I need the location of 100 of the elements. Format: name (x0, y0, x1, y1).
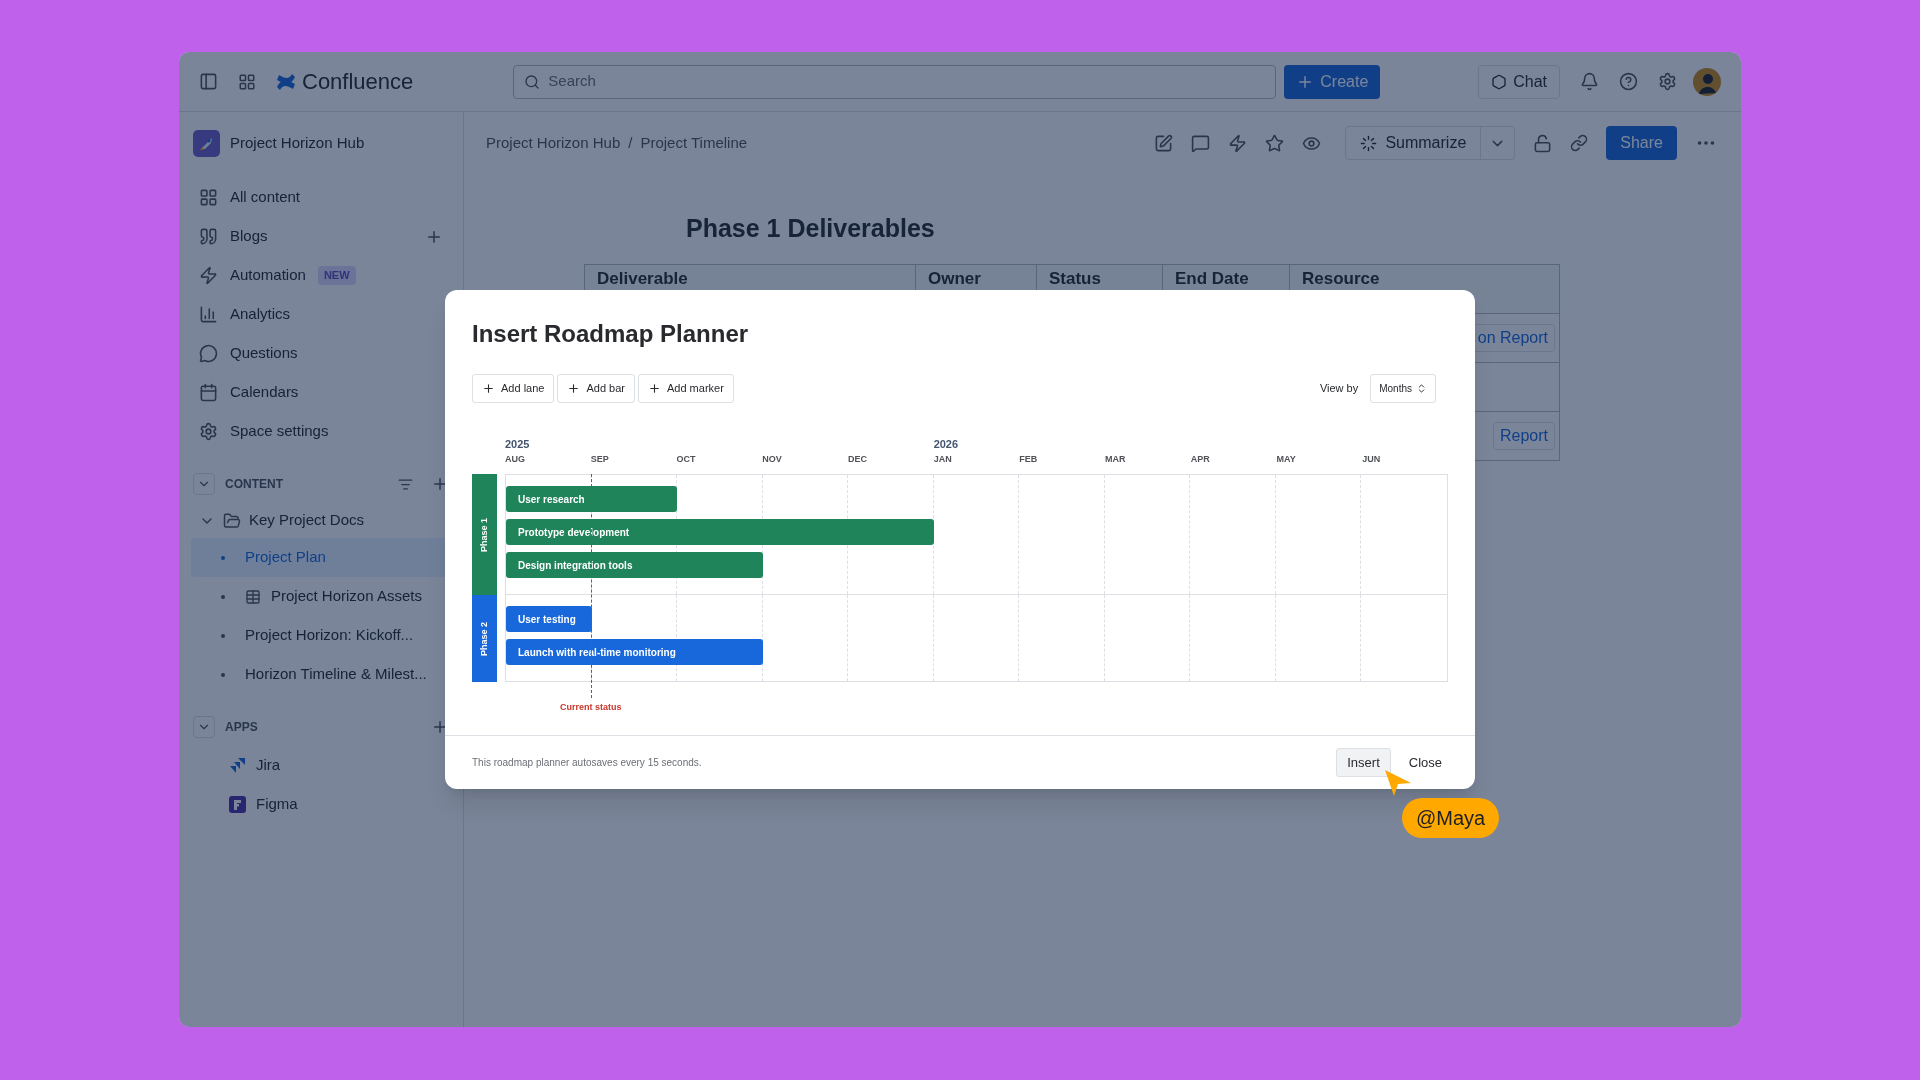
up-down-icon (1416, 382, 1427, 394)
item-label: Blogs (230, 226, 268, 247)
cursor-name-tag: @Maya (1402, 798, 1500, 838)
edit-icon[interactable] (1154, 133, 1174, 153)
burst-icon (1360, 134, 1378, 152)
product-name: Confluence (302, 68, 414, 96)
sidebar-item[interactable]: Automation NEW (191, 256, 451, 295)
notifications-icon[interactable] (1580, 72, 1599, 91)
marker-label: Current status (559, 701, 622, 715)
item-label: Questions (230, 343, 298, 364)
section-heading: CONTENT (225, 476, 283, 493)
sidebar-item[interactable]: Analytics (191, 295, 451, 334)
view-select[interactable]: Months (1370, 373, 1436, 403)
search-icon (524, 73, 541, 90)
toolbar-button[interactable]: Add lane (472, 373, 555, 403)
view-by-label: View by (1319, 381, 1359, 396)
quote-icon (199, 227, 218, 246)
chat-button[interactable]: Chat (1478, 64, 1560, 99)
roadmap-bar[interactable]: Prototype development (506, 519, 934, 546)
avatar[interactable] (1693, 67, 1721, 96)
tree-item[interactable]: Project Horizon: Kickoff... (191, 616, 451, 655)
month-label: MAY (1276, 452, 1297, 466)
year-label: 2025 (505, 437, 530, 450)
help-icon[interactable] (1619, 72, 1638, 91)
logo-icon (276, 72, 296, 91)
insert-button[interactable]: Insert (1336, 748, 1391, 778)
month-label: DEC (847, 452, 868, 466)
lock-icon[interactable] (1533, 133, 1553, 153)
filter-icon[interactable] (398, 476, 413, 492)
tree-item[interactable]: Key Project Docs (191, 503, 451, 538)
cursor-icon (1385, 770, 1411, 796)
hexagon-icon (1491, 73, 1508, 90)
app-switcher-icon[interactable] (238, 72, 256, 91)
comment-icon[interactable] (1191, 133, 1211, 153)
item-label: Calendars (230, 382, 299, 403)
bar-chart-icon (199, 305, 218, 324)
breadcrumb-link[interactable]: Project Timeline (640, 131, 748, 155)
sidebar-item[interactable]: Questions (191, 334, 451, 373)
month-label: APR (1190, 452, 1211, 466)
tree-item[interactable]: Project Horizon Assets (191, 577, 451, 616)
search-input[interactable]: Search (548, 70, 1266, 93)
space-icon (193, 129, 220, 157)
bullet-icon (221, 672, 225, 677)
figma-logo-icon (229, 796, 246, 813)
sidebar-toggle-icon[interactable] (199, 72, 218, 91)
month-label: AUG (505, 452, 526, 466)
month-label: MAR (1105, 452, 1127, 466)
column-header: Resource (1301, 267, 1381, 290)
folder-icon (223, 511, 241, 530)
settings-icon (199, 422, 218, 441)
sidebar-item[interactable]: All content (191, 178, 451, 217)
star-icon[interactable] (1265, 133, 1285, 153)
lightning-icon[interactable] (1228, 133, 1248, 153)
item-label: Space settings (230, 421, 329, 442)
calendar-icon (199, 383, 218, 402)
jira-logo-icon (229, 757, 246, 774)
month-label: NOV (762, 452, 783, 466)
toolbar-button[interactable]: Add bar (557, 373, 635, 403)
collapse-button[interactable] (193, 473, 215, 495)
year-label: 2026 (933, 437, 959, 450)
lightning-icon (199, 266, 218, 285)
plus-icon (567, 381, 581, 395)
resource-link[interactable]: Report (1492, 421, 1555, 450)
space-name[interactable]: Project Horizon Hub (230, 131, 365, 155)
search-field[interactable]: Search (513, 64, 1277, 99)
breadcrumb-link[interactable]: Project Horizon Hub (486, 131, 621, 155)
sidebar-item[interactable]: Space settings (191, 412, 451, 451)
roadmap-bar[interactable]: Launch with real-time monitoring (506, 639, 763, 666)
plus-icon (482, 381, 495, 395)
month-label: FEB (1019, 452, 1039, 466)
app-item[interactable]: Figma (191, 785, 451, 824)
item-label: Jira (256, 755, 281, 776)
toolbar-button[interactable]: Add marker (637, 373, 734, 403)
page-title: Phase 1 Deliverables (686, 213, 936, 244)
plus-icon (647, 381, 661, 395)
share-button[interactable]: Share (1606, 126, 1677, 160)
settings-icon[interactable] (1658, 72, 1677, 91)
close-button[interactable]: Close (1402, 748, 1448, 778)
create-button[interactable]: Create (1284, 64, 1381, 99)
bullet-icon (221, 633, 225, 638)
month-label: SEP (590, 452, 610, 466)
tree-item[interactable]: Horizon Timeline & Milest... (191, 655, 451, 694)
new-badge: NEW (317, 266, 356, 285)
app-item[interactable]: Jira (191, 746, 451, 785)
roadmap-bar[interactable]: User testing (506, 606, 592, 633)
roadmap-bar[interactable]: User research (506, 486, 678, 513)
dialog-title: Insert Roadmap Planner (472, 318, 750, 349)
sidebar-item[interactable]: Calendars (191, 373, 451, 412)
roadmap-bar[interactable]: Design integration tools (506, 552, 763, 579)
lane-label: Phase 1 (472, 474, 497, 596)
bullet-icon (221, 555, 225, 560)
item-label: Analytics (230, 304, 291, 325)
item-label: Horizon Timeline & Milest... (245, 664, 427, 685)
item-label: Figma (256, 794, 298, 815)
sidebar-item[interactable]: Blogs (191, 217, 451, 256)
item-label: Project Horizon: Kickoff... (245, 625, 414, 646)
autosave-note: This roadmap planner autosaves every 15 seconds. (472, 756, 702, 771)
collapse-button[interactable] (193, 716, 215, 738)
item-label: Key Project Docs (249, 510, 365, 531)
link-icon[interactable] (1570, 134, 1589, 152)
